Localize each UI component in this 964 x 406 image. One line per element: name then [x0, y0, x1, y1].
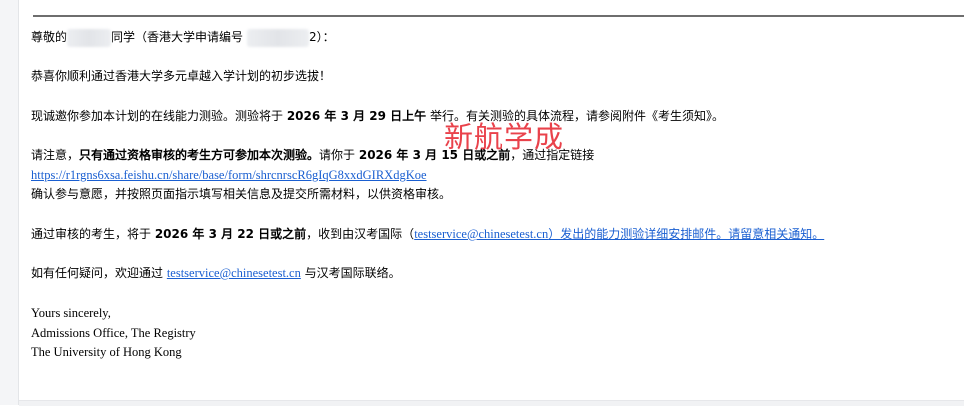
invite-test-date: 2026 年 3 月 29 日上午 — [286, 109, 427, 123]
greeting-suffix: 2）： — [309, 30, 335, 44]
contact-email-link[interactable]: testservice@chinesetest.cn — [167, 266, 301, 280]
passed-text-b: ，收到由汉考国际（ — [306, 227, 415, 241]
redacted-name — [67, 28, 112, 47]
email-reader-window: 尊敬的 同学（香港大学申请编号 2）： 恭喜你顺利通过香港大学多元卓越入学计划的初步… — [0, 0, 964, 406]
greeting-middle: 同学（香港大学申请编号 — [111, 30, 244, 44]
bottom-band — [19, 400, 964, 406]
passed-notify-date: 2026 年 3 月 22 日或之前 — [154, 227, 307, 241]
invite-text-a: 现诚邀你参加本计划的在线能力测验。测验将于 — [31, 109, 287, 123]
testservice-email-link[interactable]: testservice@chinesetest.cn — [414, 227, 548, 241]
signoff-line-3: The University of Hong Kong — [31, 345, 182, 359]
email-body-pane: 尊敬的 同学（香港大学申请编号 2）： 恭喜你顺利通过香港大学多元卓越入学计划的初步… — [18, 0, 964, 406]
contact-paragraph: 如有任何疑问，欢迎通过 testservice@chinesetest.cn 与… — [31, 264, 401, 283]
passed-text-c-link[interactable]: ）发出的能力测验详细安排邮件。请留意相关通知。 — [548, 227, 824, 241]
contact-text-a: 如有任何疑问，欢迎通过 — [31, 266, 167, 280]
invite-paragraph: 现诚邀你参加本计划的在线能力测验。测验将于 2026 年 3 月 29 日上午 … — [31, 107, 724, 126]
signoff-line-1: Yours sincerely, — [31, 306, 111, 320]
notice-eligibility-bold: 只有通过资格审核的考生方可参加本次测验。 — [79, 148, 320, 162]
header-separator — [33, 15, 964, 17]
greeting-line: 尊敬的 同学（香港大学申请编号 2）： — [31, 28, 335, 47]
notice-text-a: 请注意， — [31, 148, 80, 162]
signoff-line-2: Admissions Office, The Registry — [31, 326, 196, 340]
passed-paragraph: 通过审核的考生，将于 2026 年 3 月 22 日或之前，收到由汉考国际（te… — [31, 225, 824, 244]
notice-text-b: 请你于 — [319, 148, 359, 162]
greeting-prefix: 尊敬的 — [31, 30, 68, 44]
left-gutter — [0, 0, 18, 405]
contact-text-b: 与汉考国际联络。 — [300, 266, 401, 280]
congrats-paragraph: 恭喜你顺利通过香港大学多元卓越入学计划的初步选拔！ — [31, 69, 332, 83]
registration-form-link[interactable]: https://r1rgns6xsa.feishu.cn/share/base/… — [31, 168, 427, 182]
notice-paragraph-line2: https://r1rgns6xsa.feishu.cn/share/base/… — [31, 166, 427, 185]
passed-text-a: 通过审核的考生，将于 — [31, 227, 155, 241]
redacted-application-number — [247, 28, 310, 47]
watermark-text: 新航学成 — [444, 120, 565, 154]
clipped-header-strip — [19, 0, 964, 16]
notice-paragraph-line3: 确认参与意愿，并按照页面指示填写相关信息及提交所需材料，以供资格审核。 — [31, 187, 452, 201]
